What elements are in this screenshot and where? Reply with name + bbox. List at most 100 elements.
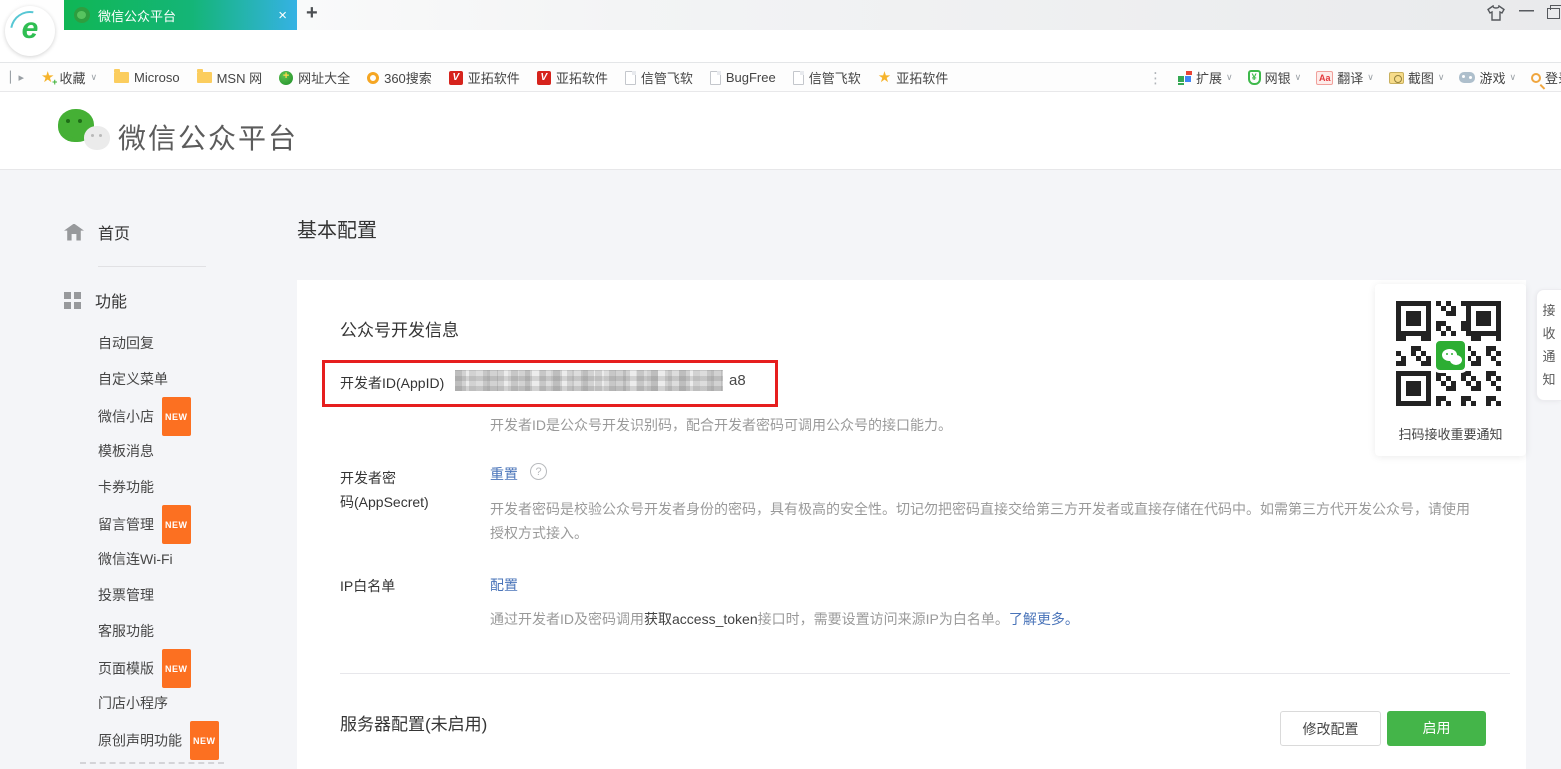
toolbar-caret-icon: ∨ [1509,72,1516,83]
sidebar-item[interactable]: 客服功能 [0,613,280,649]
section-title-dev-info: 公众号开发信息 [340,316,459,341]
bookmark-item[interactable]: 信管飞软 [625,68,693,87]
sidebar-item[interactable]: 留言管理NEW [0,505,280,541]
bookmark-item[interactable]: MSN 网 [197,68,263,87]
aa-icon: Aa [1316,71,1333,85]
maximize-button[interactable] [1547,8,1560,19]
new-badge: NEW [162,649,191,688]
bookmark-label: 信管飞软 [641,68,693,87]
toolbar-item-blocks[interactable]: 扩展∨ [1178,68,1233,87]
reset-link[interactable]: 重置 [490,464,518,484]
bookmark-item[interactable]: 360搜索 [367,68,432,87]
appid-label: 开发者ID(AppID) [340,373,444,393]
address-bar: ‹ › ↻ 腾讯网 证 ▾ https://mp.weixin.qq.com/a… [0,30,1561,63]
ip-description: 通过开发者ID及密码调用获取access_token接口时，需要设置访问来源IP… [490,607,1079,631]
bookmark-item[interactable]: +网址大全 [279,68,350,87]
bookmark-item[interactable]: ★亚拓软件 [878,68,948,87]
appsecret-description-line1: 开发者密码是校验公众号开发者身份的密码，具有极高的安全性。切记勿把密码直接交给第… [490,497,1470,521]
site-title: 微信公众平台 [118,117,298,157]
qr-panel: 扫码接收重要通知 [1375,284,1526,456]
bookmark-item[interactable]: Microso [114,70,180,85]
bookmark-label: 亚拓软件 [556,68,608,87]
sidebar-item[interactable]: 门店小程序 [0,685,280,721]
bookmark-label: Microso [134,70,180,85]
sidebar-item[interactable]: 原创声明功能NEW [0,721,280,757]
toolbar-label: 翻译 [1337,68,1363,87]
wechat-qr-center-icon [1433,338,1468,373]
toolbar-list: ⋮ 扩展∨ ¥ 网银 ∨ Aa 翻译 ∨ 截图∨ 游戏 ∨ 登录 [1148,63,1561,92]
toolbar-label: 网银 [1265,68,1291,87]
section-divider [340,673,1510,674]
bookmark-label: 信管飞软 [809,68,861,87]
sidebar-item[interactable]: 自定义菜单 [0,361,280,397]
toolbar-item-gamepad[interactable]: 游戏 ∨ [1459,68,1516,87]
bookmarks-list: ▏▸★+收藏∨MicrosoMSN 网+网址大全360搜索V亚拓软件V亚拓软件信… [10,63,948,92]
sidebar-item[interactable]: 微信小店NEW [0,397,280,433]
ip-whitelist-label: IP白名单 [340,576,395,596]
toolbar-caret-icon: ∨ [1226,72,1233,83]
configure-link[interactable]: 配置 [490,575,518,595]
toolbar-item-snip[interactable]: 截图∨ [1389,68,1445,87]
notification-side-tab[interactable]: 接收通知 [1536,289,1561,401]
theme-shirt-icon[interactable] [1487,5,1505,25]
toolbar-label: 登录 [1545,68,1561,87]
toolbar-label: 游戏 [1479,68,1505,87]
sidebar-item[interactable]: 页面模版NEW [0,649,280,685]
sidebar-item[interactable]: 微信连Wi-Fi [0,541,280,577]
sidebar-home-label: 首页 [98,220,130,244]
bookmark-item[interactable]: V亚拓软件 [449,68,520,87]
tab-close-icon[interactable]: × [272,7,287,24]
bookmark-label: BugFree [726,70,776,85]
sidebar-item[interactable]: 自动回复 [0,325,280,361]
page-body: 首页 功能 自动回复自定义菜单微信小店NEW模板消息卡券功能留言管理NEW微信连… [0,170,1561,769]
browser-logo[interactable]: e [5,6,55,56]
content-card: 公众号开发信息 开发者ID(AppID) a8 开发者ID是公众号开发识别码，配… [297,280,1526,769]
minimize-button[interactable]: — [1519,2,1534,19]
bookmark-label: 360搜索 [384,68,432,87]
bookmark-label: 亚拓软件 [896,68,948,87]
appid-value-redacted [455,370,723,391]
wechat-favicon-icon [74,7,90,23]
bookmark-label: 网址大全 [298,68,350,87]
toolbar-item-aa[interactable]: Aa 翻译 ∨ [1316,68,1374,87]
bookmark-item[interactable]: ★+收藏∨ [41,68,97,87]
gamepad-icon [1459,72,1475,83]
bookmark-item[interactable]: 信管飞软 [793,68,861,87]
bookmark-caret-icon: ∨ [90,72,97,83]
section-title-server-config: 服务器配置(未启用) [340,710,487,735]
modify-config-button[interactable]: 修改配置 [1280,711,1381,746]
orange-ring-icon [367,72,379,84]
page-icon [625,71,636,85]
sidebar-divider [98,266,206,267]
enable-button[interactable]: 启用 [1387,711,1486,746]
overflow-menu-icon[interactable]: ⋮ [1148,69,1161,87]
help-icon[interactable]: ? [530,463,547,480]
sidebar-item[interactable]: 模板消息 [0,433,280,469]
appsecret-description-line2: 授权方式接入。 [490,521,588,545]
access-token-text[interactable]: 获取access_token [644,611,758,627]
page-icon [710,71,721,85]
ip-desc-prefix: 通过开发者ID及密码调用 [490,611,644,627]
sidebar-item-home[interactable]: 首页 [64,220,130,244]
side-tab-char: 收 [1537,322,1561,345]
collapse-bookmarks-icon[interactable]: ▏▸ [10,71,24,84]
toolbar-item-maglogin[interactable]: 登录 [1531,68,1561,87]
shield-icon: ¥ [1248,70,1261,85]
blocks-icon [1178,71,1192,85]
bookmark-item[interactable]: BugFree [710,70,776,85]
folder-icon [114,72,129,83]
learn-more-link[interactable]: 了解更多。 [1009,611,1079,627]
sidebar-item-features[interactable]: 功能 [64,288,127,312]
sidebar-item[interactable]: 投票管理 [0,577,280,613]
toolbar-caret-icon: ∨ [1367,72,1374,83]
toolbar-item-shield[interactable]: ¥网银∨ [1248,68,1302,87]
new-tab-button[interactable]: + [306,2,318,25]
sidebar-item[interactable]: 卡券功能 [0,469,280,505]
bookmark-item[interactable]: V亚拓软件 [537,68,608,87]
tab-weixin[interactable]: 微信公众平台 × [64,0,297,30]
qr-code [1394,299,1507,412]
bookmark-label: 收藏 [59,68,85,87]
appsecret-label-line1: 开发者密 [340,468,396,488]
sidebar-items: 自动回复自定义菜单微信小店NEW模板消息卡券功能留言管理NEW微信连Wi-Fi投… [0,325,280,757]
page-header: 微信公众平台 2 V ❉ ✓ 南阳亚拓 服务号 ▾ [0,92,1561,170]
